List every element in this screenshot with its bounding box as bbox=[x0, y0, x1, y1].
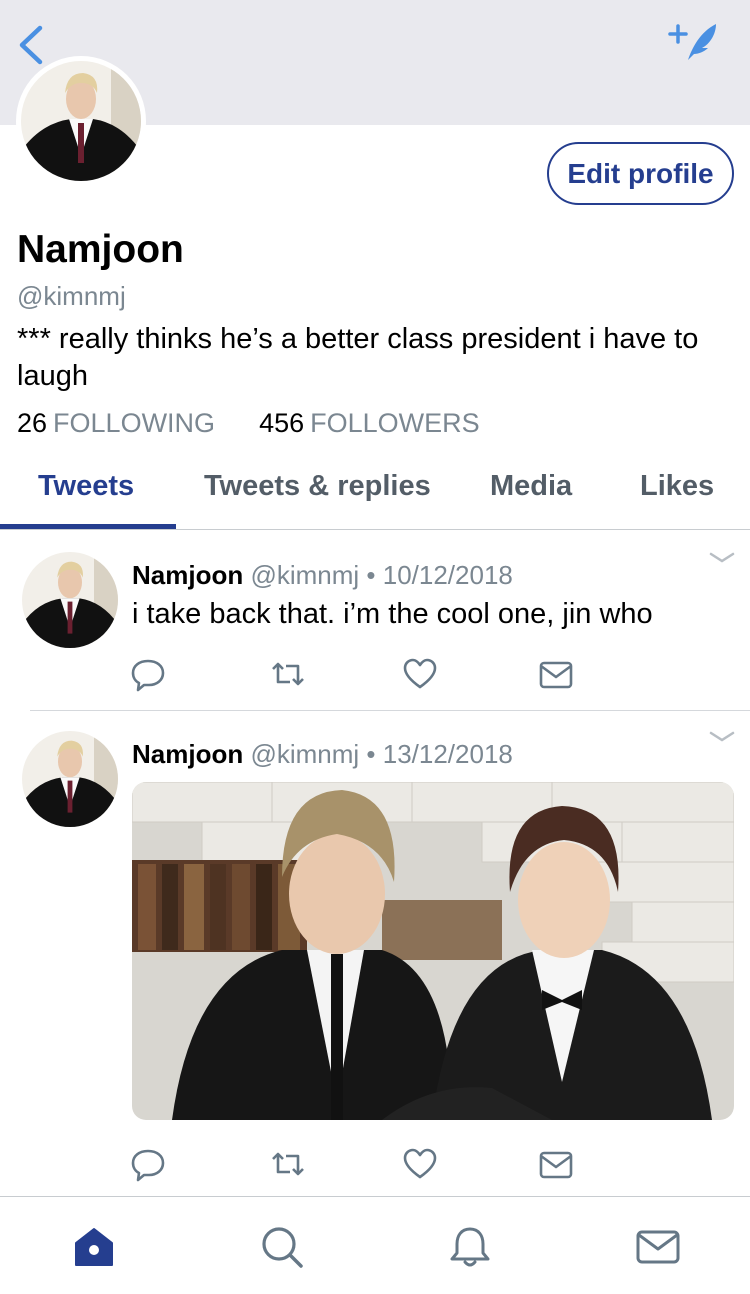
tweet-actions bbox=[0, 1146, 750, 1186]
back-button[interactable] bbox=[14, 22, 50, 68]
following-count: 26 bbox=[17, 408, 48, 438]
profile-bio: *** really thinks he’s a better class pr… bbox=[17, 323, 699, 392]
edit-profile-button[interactable]: Edit profile bbox=[547, 142, 734, 205]
tab-home[interactable] bbox=[70, 1223, 118, 1271]
tweet-meta: @kimnmj • 13/12/2018 bbox=[250, 739, 513, 769]
like-button[interactable] bbox=[402, 1146, 438, 1182]
compose-tweet-button[interactable] bbox=[666, 18, 722, 66]
tab-notifications[interactable] bbox=[446, 1223, 494, 1271]
direct-message-icon bbox=[539, 661, 573, 689]
following-label: FOLLOWING bbox=[53, 408, 216, 438]
reply-icon bbox=[131, 659, 165, 692]
profile-tabs: Tweets Tweets & replies Media Likes bbox=[0, 458, 750, 530]
notifications-bell-icon bbox=[450, 1227, 490, 1267]
reply-button[interactable] bbox=[130, 656, 166, 692]
home-icon bbox=[75, 1228, 113, 1266]
tweet-author-name: Namjoon bbox=[132, 560, 244, 590]
avatar-photo bbox=[22, 552, 118, 648]
tweet-divider bbox=[30, 710, 750, 711]
tab-tweets[interactable]: Tweets bbox=[38, 470, 134, 503]
retweet-button[interactable] bbox=[270, 656, 306, 692]
tab-messages[interactable] bbox=[634, 1223, 682, 1271]
like-heart-icon bbox=[403, 1148, 437, 1179]
reply-icon bbox=[131, 1149, 165, 1182]
tweet-avatar[interactable] bbox=[22, 731, 118, 827]
tab-tweets-replies[interactable]: Tweets & replies bbox=[204, 470, 431, 503]
tweet-avatar[interactable] bbox=[22, 552, 118, 648]
retweet-icon bbox=[272, 662, 304, 686]
tweet-actions bbox=[0, 656, 750, 696]
profile-handle: @kimnmj bbox=[17, 281, 126, 311]
avatar-photo bbox=[21, 61, 141, 181]
tweet-header: Namjoon @kimnmj • 10/12/2018 bbox=[132, 560, 513, 591]
avatar-photo bbox=[22, 731, 118, 827]
direct-message-button[interactable] bbox=[538, 656, 574, 692]
direct-message-icon bbox=[539, 1151, 573, 1179]
retweet-button[interactable] bbox=[270, 1146, 306, 1182]
followers-count: 456 bbox=[259, 408, 305, 438]
chevron-down-icon[interactable] bbox=[708, 550, 736, 566]
like-button[interactable] bbox=[402, 656, 438, 692]
like-heart-icon bbox=[403, 658, 437, 689]
tab-likes[interactable]: Likes bbox=[640, 470, 714, 503]
tweet-meta: @kimnmj • 10/12/2018 bbox=[250, 560, 513, 590]
media-photo bbox=[132, 782, 734, 1120]
direct-message-button[interactable] bbox=[538, 1146, 574, 1182]
tweet-header: Namjoon @kimnmj • 13/12/2018 bbox=[132, 739, 513, 770]
active-tab-indicator bbox=[0, 524, 176, 529]
tab-search[interactable] bbox=[258, 1223, 306, 1271]
tweet-media-photo[interactable] bbox=[132, 782, 734, 1120]
following-stat[interactable]: 26 FOLLOWING bbox=[17, 408, 215, 439]
compose-feather-icon bbox=[668, 24, 716, 60]
search-icon bbox=[262, 1227, 303, 1268]
profile-name: Namjoon bbox=[17, 228, 184, 271]
chevron-down-icon[interactable] bbox=[708, 729, 736, 745]
tweet-author-name: Namjoon bbox=[132, 739, 244, 769]
chevron-left-icon bbox=[19, 25, 43, 65]
followers-label: FOLLOWERS bbox=[310, 408, 480, 438]
retweet-icon bbox=[272, 1152, 304, 1176]
tweet-text: i take back that. i’m the cool one, jin … bbox=[132, 598, 653, 630]
bottom-tab-bar bbox=[0, 1196, 750, 1294]
tab-media[interactable]: Media bbox=[490, 470, 572, 503]
messages-envelope-icon bbox=[636, 1230, 680, 1264]
followers-stat[interactable]: 456 FOLLOWERS bbox=[259, 408, 480, 439]
reply-button[interactable] bbox=[130, 1146, 166, 1182]
profile-stats: 26 FOLLOWING 456 FOLLOWERS bbox=[17, 408, 524, 439]
profile-avatar[interactable] bbox=[16, 56, 146, 186]
